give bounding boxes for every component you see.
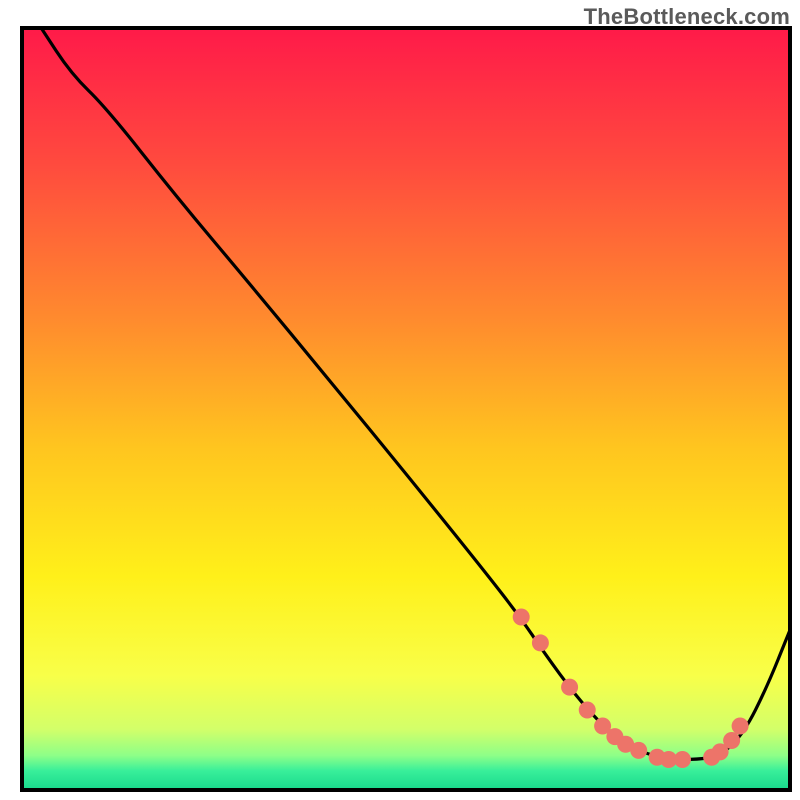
chart-frame: TheBottleneck.com [0, 0, 800, 800]
curve-marker [561, 679, 578, 696]
curve-marker [723, 732, 740, 749]
curve-marker [732, 717, 749, 734]
curve-marker [674, 751, 691, 768]
bottleneck-chart [0, 0, 800, 800]
curve-marker [532, 634, 549, 651]
gradient-background [22, 28, 790, 790]
watermark-text: TheBottleneck.com [584, 4, 790, 30]
curve-marker [513, 609, 530, 626]
curve-marker [630, 742, 647, 759]
curve-marker [579, 701, 596, 718]
